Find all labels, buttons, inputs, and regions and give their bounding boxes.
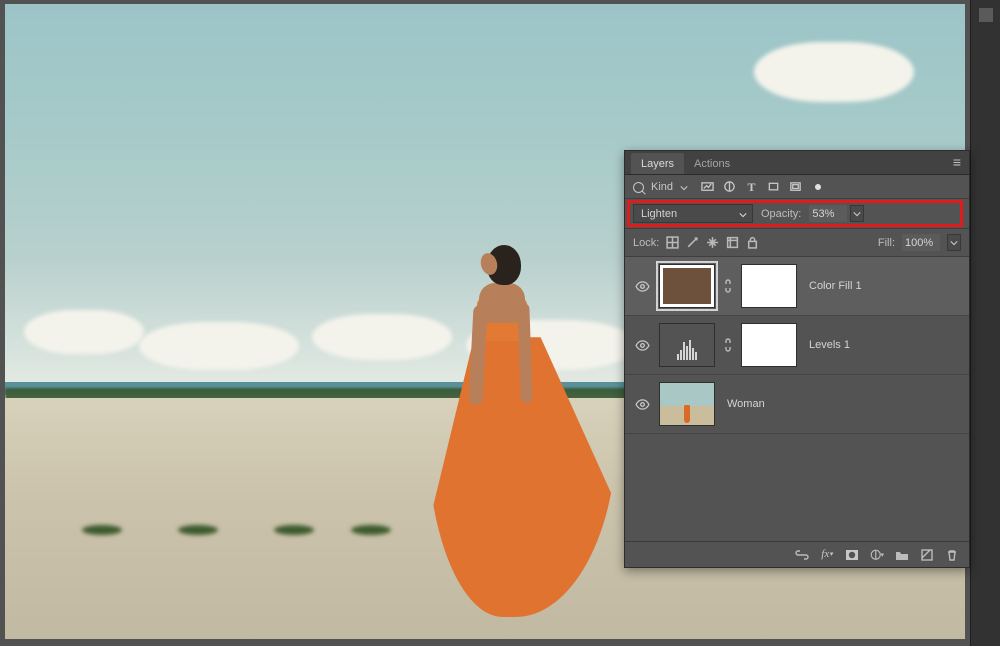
search-icon [633, 182, 644, 193]
opacity-label: Opacity: [761, 208, 801, 220]
lock-position-icon[interactable] [706, 236, 719, 249]
layer-thumbnail[interactable] [659, 264, 715, 308]
lock-row: Lock: Fill: [625, 229, 969, 257]
panel-footer: fx▾ ▾ [625, 541, 969, 567]
panel-menu-icon[interactable]: ≡ [945, 150, 969, 174]
filter-adjust-icon[interactable] [723, 181, 736, 193]
panel-tabs: Layers Actions ≡ [625, 151, 969, 175]
lock-transparency-icon[interactable] [666, 236, 679, 249]
lock-label: Lock: [633, 237, 659, 249]
filter-shape-icon[interactable] [767, 181, 780, 193]
tab-actions[interactable]: Actions [684, 153, 740, 174]
filter-toggle[interactable] [815, 184, 821, 190]
layer-name[interactable]: Color Fill 1 [809, 280, 862, 292]
mask-link-icon[interactable] [723, 338, 733, 352]
lock-artboard-icon[interactable] [726, 236, 739, 249]
add-mask-icon[interactable] [845, 548, 859, 562]
layer-fx-icon[interactable]: fx▾ [820, 548, 834, 562]
layers-panel: Layers Actions ≡ Kind T Lighten Opacity: [624, 150, 970, 568]
mask-link-icon[interactable] [723, 279, 733, 293]
blend-mode-select[interactable]: Lighten [633, 204, 753, 223]
blend-opacity-row: Lighten Opacity: [625, 199, 969, 229]
dock-icon[interactable] [979, 8, 993, 22]
blend-mode-value: Lighten [641, 208, 677, 220]
opacity-input[interactable] [809, 205, 847, 222]
fill-input[interactable] [902, 234, 940, 251]
layer-list[interactable]: Color Fill 1 Levels 1 Woman [625, 257, 969, 541]
visibility-toggle[interactable] [633, 399, 651, 410]
filter-type-icon[interactable]: T [745, 181, 758, 193]
photoshop-window: Layers Actions ≡ Kind T Lighten Opacity: [0, 0, 1000, 646]
lock-pixels-icon[interactable] [686, 236, 699, 249]
delete-layer-icon[interactable] [945, 548, 959, 562]
layer-thumbnail[interactable] [659, 323, 715, 367]
opacity-dropdown[interactable] [850, 205, 864, 222]
lock-all-icon[interactable] [746, 236, 759, 249]
layer-mask-thumbnail[interactable] [741, 323, 797, 367]
layer-thumbnail[interactable] [659, 382, 715, 426]
right-dock[interactable] [970, 0, 1000, 646]
visibility-toggle[interactable] [633, 281, 651, 292]
fill-label: Fill: [878, 237, 895, 249]
filter-smart-icon[interactable] [789, 181, 802, 193]
layer-levels-1[interactable]: Levels 1 [625, 316, 969, 375]
tab-layers[interactable]: Layers [631, 153, 684, 174]
layer-filter-row: Kind T [625, 175, 969, 199]
filter-pixel-icon[interactable] [701, 181, 714, 193]
photo-subject [447, 245, 567, 625]
chevron-down-icon[interactable] [680, 183, 688, 191]
fill-dropdown[interactable] [947, 234, 961, 251]
layer-color-fill-1[interactable]: Color Fill 1 [625, 257, 969, 316]
adjustment-layer-icon[interactable]: ▾ [870, 548, 884, 562]
chevron-down-icon [739, 210, 747, 218]
layer-name[interactable]: Levels 1 [809, 339, 850, 351]
new-group-icon[interactable] [895, 548, 909, 562]
link-layers-icon[interactable] [795, 548, 809, 562]
filter-kind-label[interactable]: Kind [651, 181, 673, 193]
new-layer-icon[interactable] [920, 548, 934, 562]
layer-name[interactable]: Woman [727, 398, 765, 410]
visibility-toggle[interactable] [633, 340, 651, 351]
layer-mask-thumbnail[interactable] [741, 264, 797, 308]
layer-woman[interactable]: Woman [625, 375, 969, 434]
